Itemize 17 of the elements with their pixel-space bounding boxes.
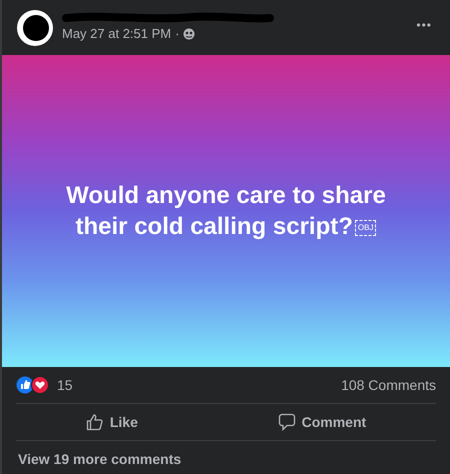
separator-dot: · (175, 24, 180, 43)
post-timestamp[interactable]: May 27 at 2:51 PM (62, 24, 172, 44)
post-text-line: Would anyone care to share (66, 182, 386, 209)
more-options-button[interactable]: ••• (412, 16, 436, 34)
object-replacement-glyph: OBJ (354, 220, 376, 236)
love-reaction-icon[interactable] (31, 376, 49, 394)
audience-icon[interactable] (183, 28, 196, 40)
thumbs-up-icon (86, 413, 104, 431)
avatar-icon[interactable] (16, 8, 54, 46)
post-text-line: their cold calling script? (76, 213, 353, 240)
view-more-comments-link[interactable]: View 19 more comments (18, 451, 182, 467)
speech-bubble-icon (278, 413, 296, 431)
like-button[interactable]: Like (78, 408, 146, 436)
reaction-count[interactable]: 15 (57, 374, 73, 396)
like-reaction-icon[interactable] (16, 376, 34, 394)
comment-button[interactable]: Comment (270, 408, 374, 436)
comment-count[interactable]: 108 Comments (341, 374, 436, 396)
